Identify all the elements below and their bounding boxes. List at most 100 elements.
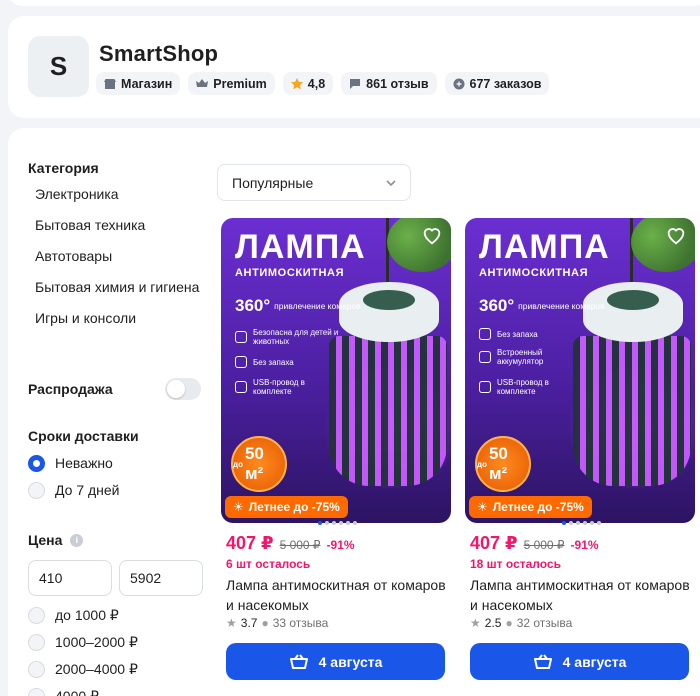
radio[interactable] — [28, 481, 45, 499]
price-option[interactable]: 1000–2000 ₽ — [28, 633, 208, 651]
price-row: 407 ₽ 5 000 ₽ -91% — [221, 533, 451, 554]
price-options: до 1000 ₽ 1000–2000 ₽ 2000–4000 ₽ 4000 ₽ — [28, 606, 208, 696]
category-item[interactable]: Автотовары — [28, 248, 208, 265]
image-subtitle: АНТИМОСКИТНАЯ — [479, 267, 589, 279]
image-360: 360° привлечение комаров — [479, 296, 605, 315]
price-title: Цена — [28, 532, 63, 548]
stock-left: 18 шт осталось — [470, 557, 561, 571]
carousel-dots — [562, 521, 601, 525]
product-image[interactable]: ЛАМПА АНТИМОСКИТНАЯ 360° привлечение кома… — [221, 218, 451, 523]
image-title: ЛАМПА — [479, 228, 610, 266]
promo-badge: ☀ Летнее до -75% — [469, 496, 592, 518]
comment-icon: ● — [505, 616, 513, 630]
category-item[interactable]: Бытовая техника — [28, 217, 208, 234]
product-name[interactable]: Лампа антимоскитная от комаров и насеком… — [465, 575, 695, 615]
chip-reviews: 861 отзыв — [341, 72, 437, 95]
sun-icon: ☀ — [233, 500, 244, 514]
sun-icon: ☀ — [477, 500, 488, 514]
image-360: 360° привлечение комаров — [235, 296, 361, 315]
comment-icon — [350, 78, 361, 89]
price-filter: Цена i 410 5902 до 1000 ₽ 1000–2000 ₽ 20 — [28, 532, 208, 696]
delivery-title: Сроки доставки — [28, 428, 139, 444]
radio[interactable] — [28, 660, 45, 678]
star-icon: ★ — [226, 616, 237, 630]
image-feature: Безопасна для детей и животных — [235, 328, 345, 346]
filters-sidebar: Категория Электроника Бытовая техника Ав… — [28, 160, 208, 696]
product-card[interactable]: ЛАМПА АНТИМОСКИТНАЯ 360° привлечение кома… — [221, 218, 451, 680]
heart-icon[interactable] — [665, 224, 687, 246]
chevron-down-icon — [386, 179, 396, 186]
area-badge: до 50 м² — [475, 436, 531, 492]
image-feature: USB-провод в комплекте — [235, 378, 345, 396]
chip-rating: 4,8 — [282, 72, 334, 95]
radio[interactable] — [28, 633, 45, 651]
usb-icon — [235, 381, 247, 393]
image-feature: USB-провод в комплекте — [479, 378, 589, 396]
carousel-dots — [318, 521, 357, 525]
category-item[interactable]: Электроника — [28, 186, 208, 203]
comment-icon: ● — [261, 616, 269, 630]
battery-icon — [479, 351, 491, 363]
price-discount: -91% — [570, 538, 599, 552]
product-card[interactable]: ЛАМПА АНТИМОСКИТНАЯ 360° привлечение кома… — [465, 218, 695, 680]
category-item[interactable]: Игры и консоли — [28, 310, 208, 327]
promo-badge: ☀ Летнее до -75% — [225, 496, 348, 518]
cart-icon — [533, 653, 552, 669]
lamp-body — [573, 336, 691, 486]
delivery-option[interactable]: Неважно — [28, 454, 208, 472]
cart-icon — [289, 653, 308, 669]
lamp-body — [329, 336, 447, 486]
no-smell-icon — [235, 356, 247, 368]
heart-icon[interactable] — [421, 224, 443, 246]
rating-row: ★ 2.5 ● 32 отзыва — [470, 616, 573, 630]
chip-orders: 677 заказов — [444, 72, 550, 95]
info-icon[interactable]: i — [70, 533, 84, 547]
image-feature: Встроенный аккумулятор — [479, 348, 589, 366]
no-smell-icon — [479, 328, 491, 340]
box-icon — [453, 78, 465, 89]
radio[interactable] — [28, 606, 45, 624]
product-image[interactable]: ЛАМПА АНТИМОСКИТНАЯ 360° привлечение кома… — [465, 218, 695, 523]
sale-filter: Распродажа — [28, 378, 201, 400]
shop-icon — [104, 78, 116, 89]
chip-premium: Premium — [188, 72, 275, 95]
price-row: 407 ₽ 5 000 ₽ -91% — [465, 533, 695, 554]
product-name[interactable]: Лампа антимоскитная от комаров и насеком… — [221, 575, 451, 615]
price-option[interactable]: до 1000 ₽ — [28, 606, 208, 624]
shop-chips: Магазин Premium 4,8 861 отзыв 677 заказо… — [96, 72, 550, 95]
top-card-edge — [8, 0, 700, 6]
add-to-cart-button[interactable]: 4 августа — [226, 643, 445, 680]
add-to-cart-button[interactable]: 4 августа — [470, 643, 689, 680]
radio-selected[interactable] — [28, 454, 45, 472]
category-list: Электроника Бытовая техника Автотовары Б… — [28, 186, 208, 327]
sale-toggle[interactable] — [165, 378, 201, 400]
delivery-option[interactable]: До 7 дней — [28, 481, 208, 499]
rating-row: ★ 3.7 ● 33 отзыва — [226, 616, 329, 630]
crown-icon — [196, 78, 209, 87]
price-current: 407 ₽ — [470, 533, 518, 553]
price-to-input[interactable]: 5902 — [119, 560, 203, 596]
shop-header-card: S SmartShop Магазин Premium 4,8 861 отзы… — [8, 16, 700, 118]
image-feature: Без запаха — [235, 356, 345, 368]
price-option[interactable]: 2000–4000 ₽ — [28, 660, 208, 678]
sort-label: Популярные — [232, 174, 314, 191]
sort-select[interactable]: Популярные — [217, 164, 411, 201]
shop-avatar[interactable]: S — [28, 36, 89, 97]
price-title-row: Цена i — [28, 532, 208, 548]
category-title: Категория — [28, 160, 99, 176]
category-item[interactable]: Бытовая химия и гигиена — [28, 279, 208, 296]
image-title: ЛАМПА — [235, 228, 366, 266]
price-old: 5 000 ₽ — [523, 538, 565, 552]
sale-label: Распродажа — [28, 381, 113, 397]
catalog-card: Категория Электроника Бытовая техника Ав… — [8, 128, 700, 696]
price-inputs: 410 5902 — [28, 560, 208, 596]
price-from-input[interactable]: 410 — [28, 560, 112, 596]
star-icon — [290, 77, 303, 89]
area-badge: до 50 м² — [231, 436, 287, 492]
shop-name[interactable]: SmartShop — [99, 41, 218, 67]
price-option[interactable]: 4000 ₽ — [28, 687, 208, 696]
image-feature: Без запаха — [479, 328, 589, 340]
usb-icon — [479, 381, 491, 393]
radio[interactable] — [28, 687, 45, 696]
price-current: 407 ₽ — [226, 533, 274, 553]
